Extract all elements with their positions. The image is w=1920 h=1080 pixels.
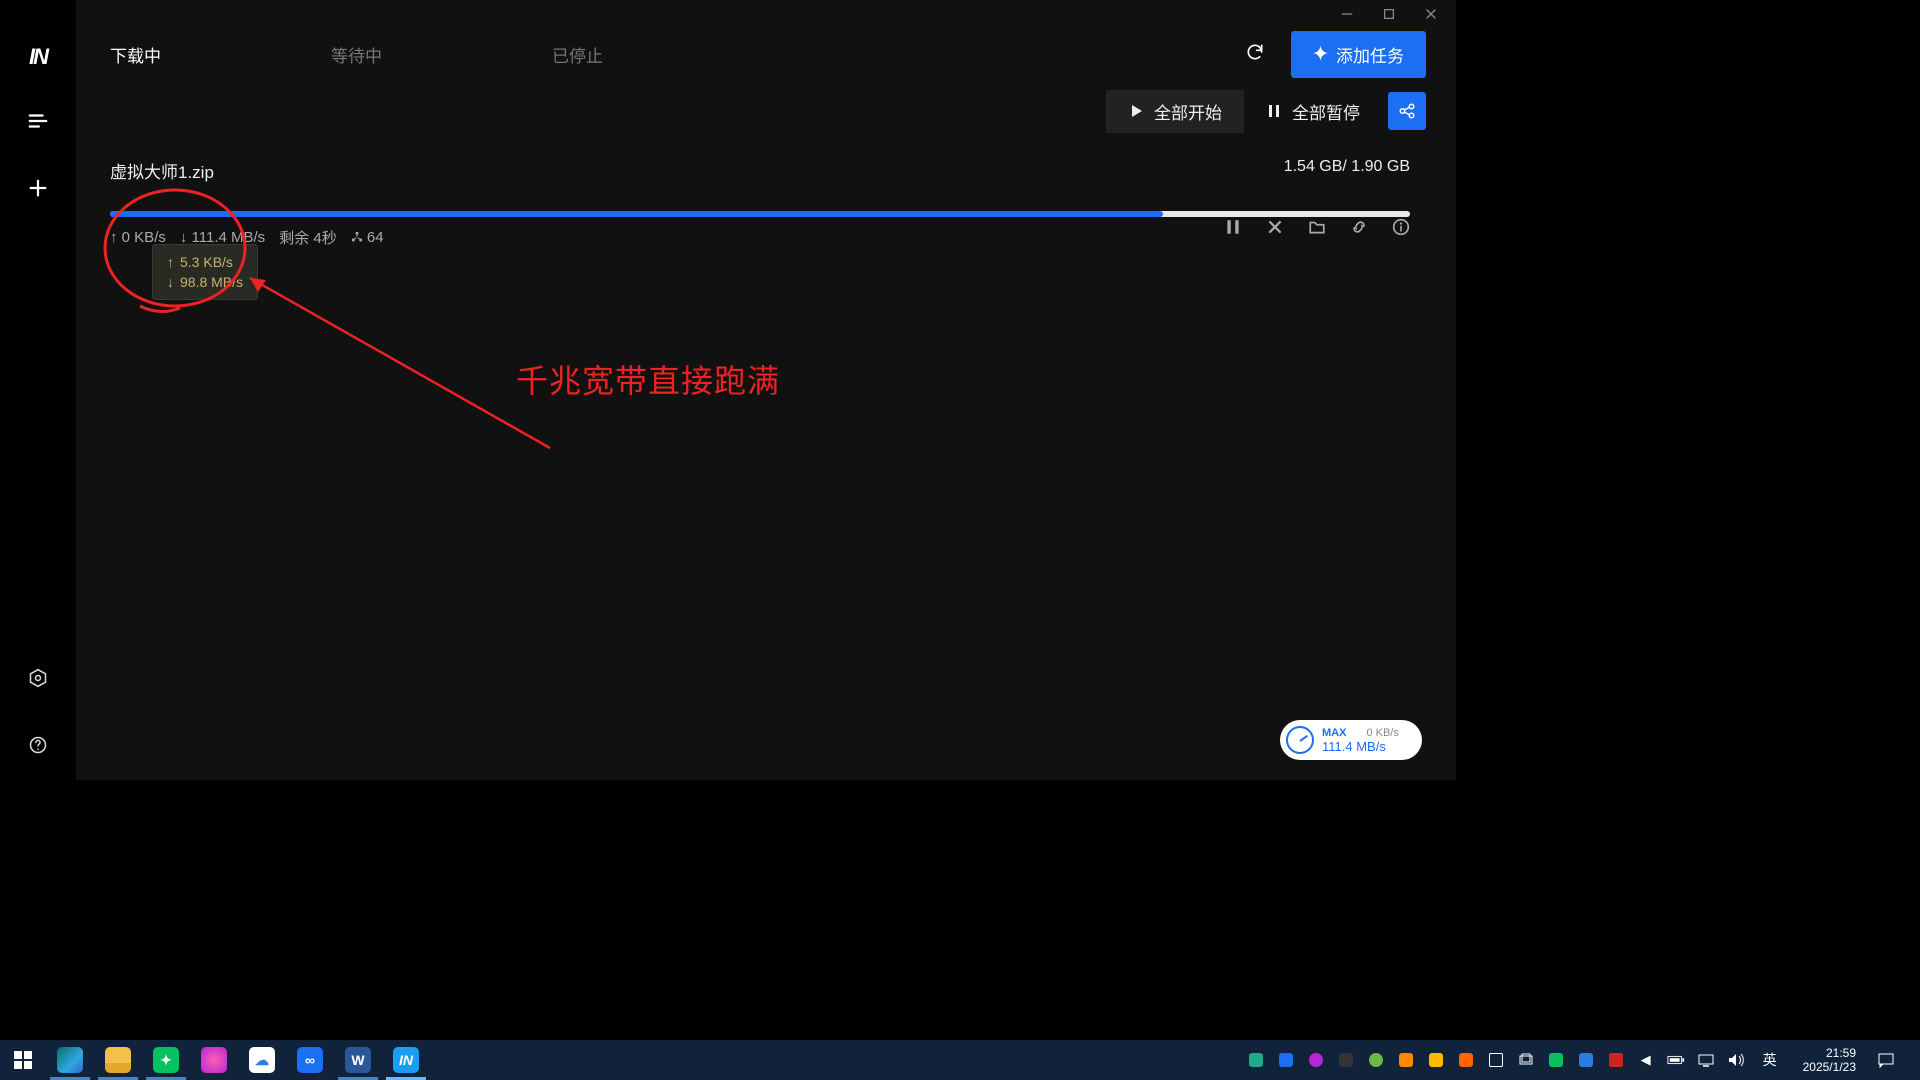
delete-item-button[interactable] — [1266, 218, 1284, 241]
notifications-button[interactable] — [1876, 1040, 1896, 1080]
speed-widget[interactable]: MAX0 KB/s 111.4 MB/s — [1280, 720, 1422, 760]
tooltip-download: 98.8 MB/s — [180, 272, 243, 292]
start-all-button[interactable]: 全部开始 — [1106, 90, 1244, 133]
file-size: 1.54 GB/ 1.90 GB — [1284, 158, 1410, 176]
tray-icon[interactable] — [1517, 1051, 1535, 1069]
file-name: 虚拟大师1.zip — [110, 158, 1410, 183]
taskbar: ✦ ☁ ∞ W IN ◀ 英 21:59 2025/1/23 — [0, 1040, 1920, 1080]
titlebar — [1340, 0, 1456, 28]
pause-all-label: 全部暂停 — [1292, 99, 1360, 124]
tab-waiting[interactable]: 等待中 — [331, 42, 382, 67]
tray-chevron-icon[interactable]: ◀ — [1637, 1051, 1655, 1069]
tray-icon[interactable] — [1247, 1051, 1265, 1069]
clock-time: 21:59 — [1826, 1046, 1856, 1060]
pinned-apps: ✦ ☁ ∞ W IN — [46, 1040, 430, 1080]
start-button[interactable] — [0, 1040, 46, 1080]
tray-icon[interactable] — [1487, 1051, 1505, 1069]
open-folder-button[interactable] — [1308, 218, 1326, 241]
tab-stopped[interactable]: 已停止 — [552, 42, 603, 67]
show-desktop[interactable] — [1908, 1040, 1914, 1080]
header: 下载中 等待中 已停止 ✦ 添加任务 — [76, 30, 1456, 78]
tray-icon[interactable] — [1277, 1051, 1295, 1069]
app-logo: IN — [29, 44, 47, 70]
battery-icon[interactable] — [1667, 1051, 1685, 1069]
annotation-text: 千兆宽带直接跑满 — [516, 356, 780, 402]
pause-all-button[interactable]: 全部暂停 — [1244, 90, 1382, 133]
tray-icon[interactable] — [1427, 1051, 1445, 1069]
download-item[interactable]: 虚拟大师1.zip 1.54 GB/ 1.90 GB ↑ 0 KB/s ↓ 11… — [110, 158, 1410, 248]
clock-date: 2025/1/23 — [1803, 1060, 1856, 1074]
time-remaining: 剩余 4秒 — [279, 227, 337, 248]
tray-icon[interactable] — [1367, 1051, 1385, 1069]
taskbar-edge[interactable] — [46, 1040, 94, 1080]
info-button[interactable] — [1392, 218, 1410, 241]
menu-icon[interactable] — [27, 110, 49, 137]
add-task-label: 添加任务 — [1336, 42, 1404, 67]
network-icon[interactable] — [1697, 1051, 1715, 1069]
tray-icon[interactable] — [1577, 1051, 1595, 1069]
arrow-up-icon: ↑ — [167, 252, 174, 272]
taskbar-app-blue[interactable]: ∞ — [286, 1040, 334, 1080]
pause-item-button[interactable] — [1224, 218, 1242, 241]
arrow-down-icon: ↓ — [167, 272, 174, 292]
taskbar-app-pink[interactable] — [190, 1040, 238, 1080]
tray-icon[interactable] — [1607, 1051, 1625, 1069]
tray-icon[interactable] — [1457, 1051, 1475, 1069]
action-bar: 全部开始 全部暂停 — [1106, 92, 1426, 130]
start-all-label: 全部开始 — [1154, 99, 1222, 124]
share-button[interactable] — [1388, 92, 1426, 130]
taskbar-wechat[interactable]: ✦ — [142, 1040, 190, 1080]
taskbar-app-cloud[interactable]: ☁ — [238, 1040, 286, 1080]
refresh-button[interactable] — [1245, 42, 1265, 67]
app-window: IN 下载中 等待中 已停止 ✦ 添加任务 全部开始 全部暂 — [0, 0, 1456, 780]
tray-icon[interactable] — [1397, 1051, 1415, 1069]
add-task-button[interactable]: ✦ 添加任务 — [1291, 31, 1426, 78]
taskbar-word[interactable]: W — [334, 1040, 382, 1080]
minimize-button[interactable] — [1340, 7, 1354, 21]
taskbar-current-app[interactable]: IN — [382, 1040, 430, 1080]
tab-bar: 下载中 等待中 已停止 — [76, 42, 603, 67]
download-stats: ↑ 0 KB/s ↓ 111.4 MB/s 剩余 4秒 64 — [110, 227, 1410, 248]
clock[interactable]: 21:59 2025/1/23 — [1795, 1046, 1864, 1074]
add-icon[interactable] — [27, 177, 49, 204]
progress-bar — [110, 211, 1410, 217]
copy-link-button[interactable] — [1350, 218, 1368, 241]
tray-icon[interactable] — [1547, 1051, 1565, 1069]
tray-icon[interactable] — [1337, 1051, 1355, 1069]
sidebar: IN — [0, 0, 76, 780]
maximize-button[interactable] — [1382, 7, 1396, 21]
tab-downloading[interactable]: 下载中 — [110, 42, 161, 67]
settings-icon[interactable] — [28, 668, 48, 693]
connections: 64 — [351, 229, 384, 246]
volume-icon[interactable] — [1727, 1051, 1745, 1069]
ime-indicator[interactable]: 英 — [1757, 1050, 1783, 1070]
close-button[interactable] — [1424, 7, 1438, 21]
help-icon[interactable] — [28, 735, 48, 760]
speed-tooltip: ↑ 5.3 KB/s ↓ 98.8 MB/s — [152, 244, 258, 300]
gauge-icon — [1286, 726, 1314, 754]
tooltip-upload: 5.3 KB/s — [180, 252, 233, 272]
taskbar-explorer[interactable] — [94, 1040, 142, 1080]
item-actions — [1224, 218, 1410, 241]
system-tray: ◀ 英 21:59 2025/1/23 — [1247, 1040, 1920, 1080]
tray-icon[interactable] — [1307, 1051, 1325, 1069]
progress-fill — [110, 211, 1163, 217]
speed-down: 111.4 MB/s — [1322, 740, 1399, 753]
